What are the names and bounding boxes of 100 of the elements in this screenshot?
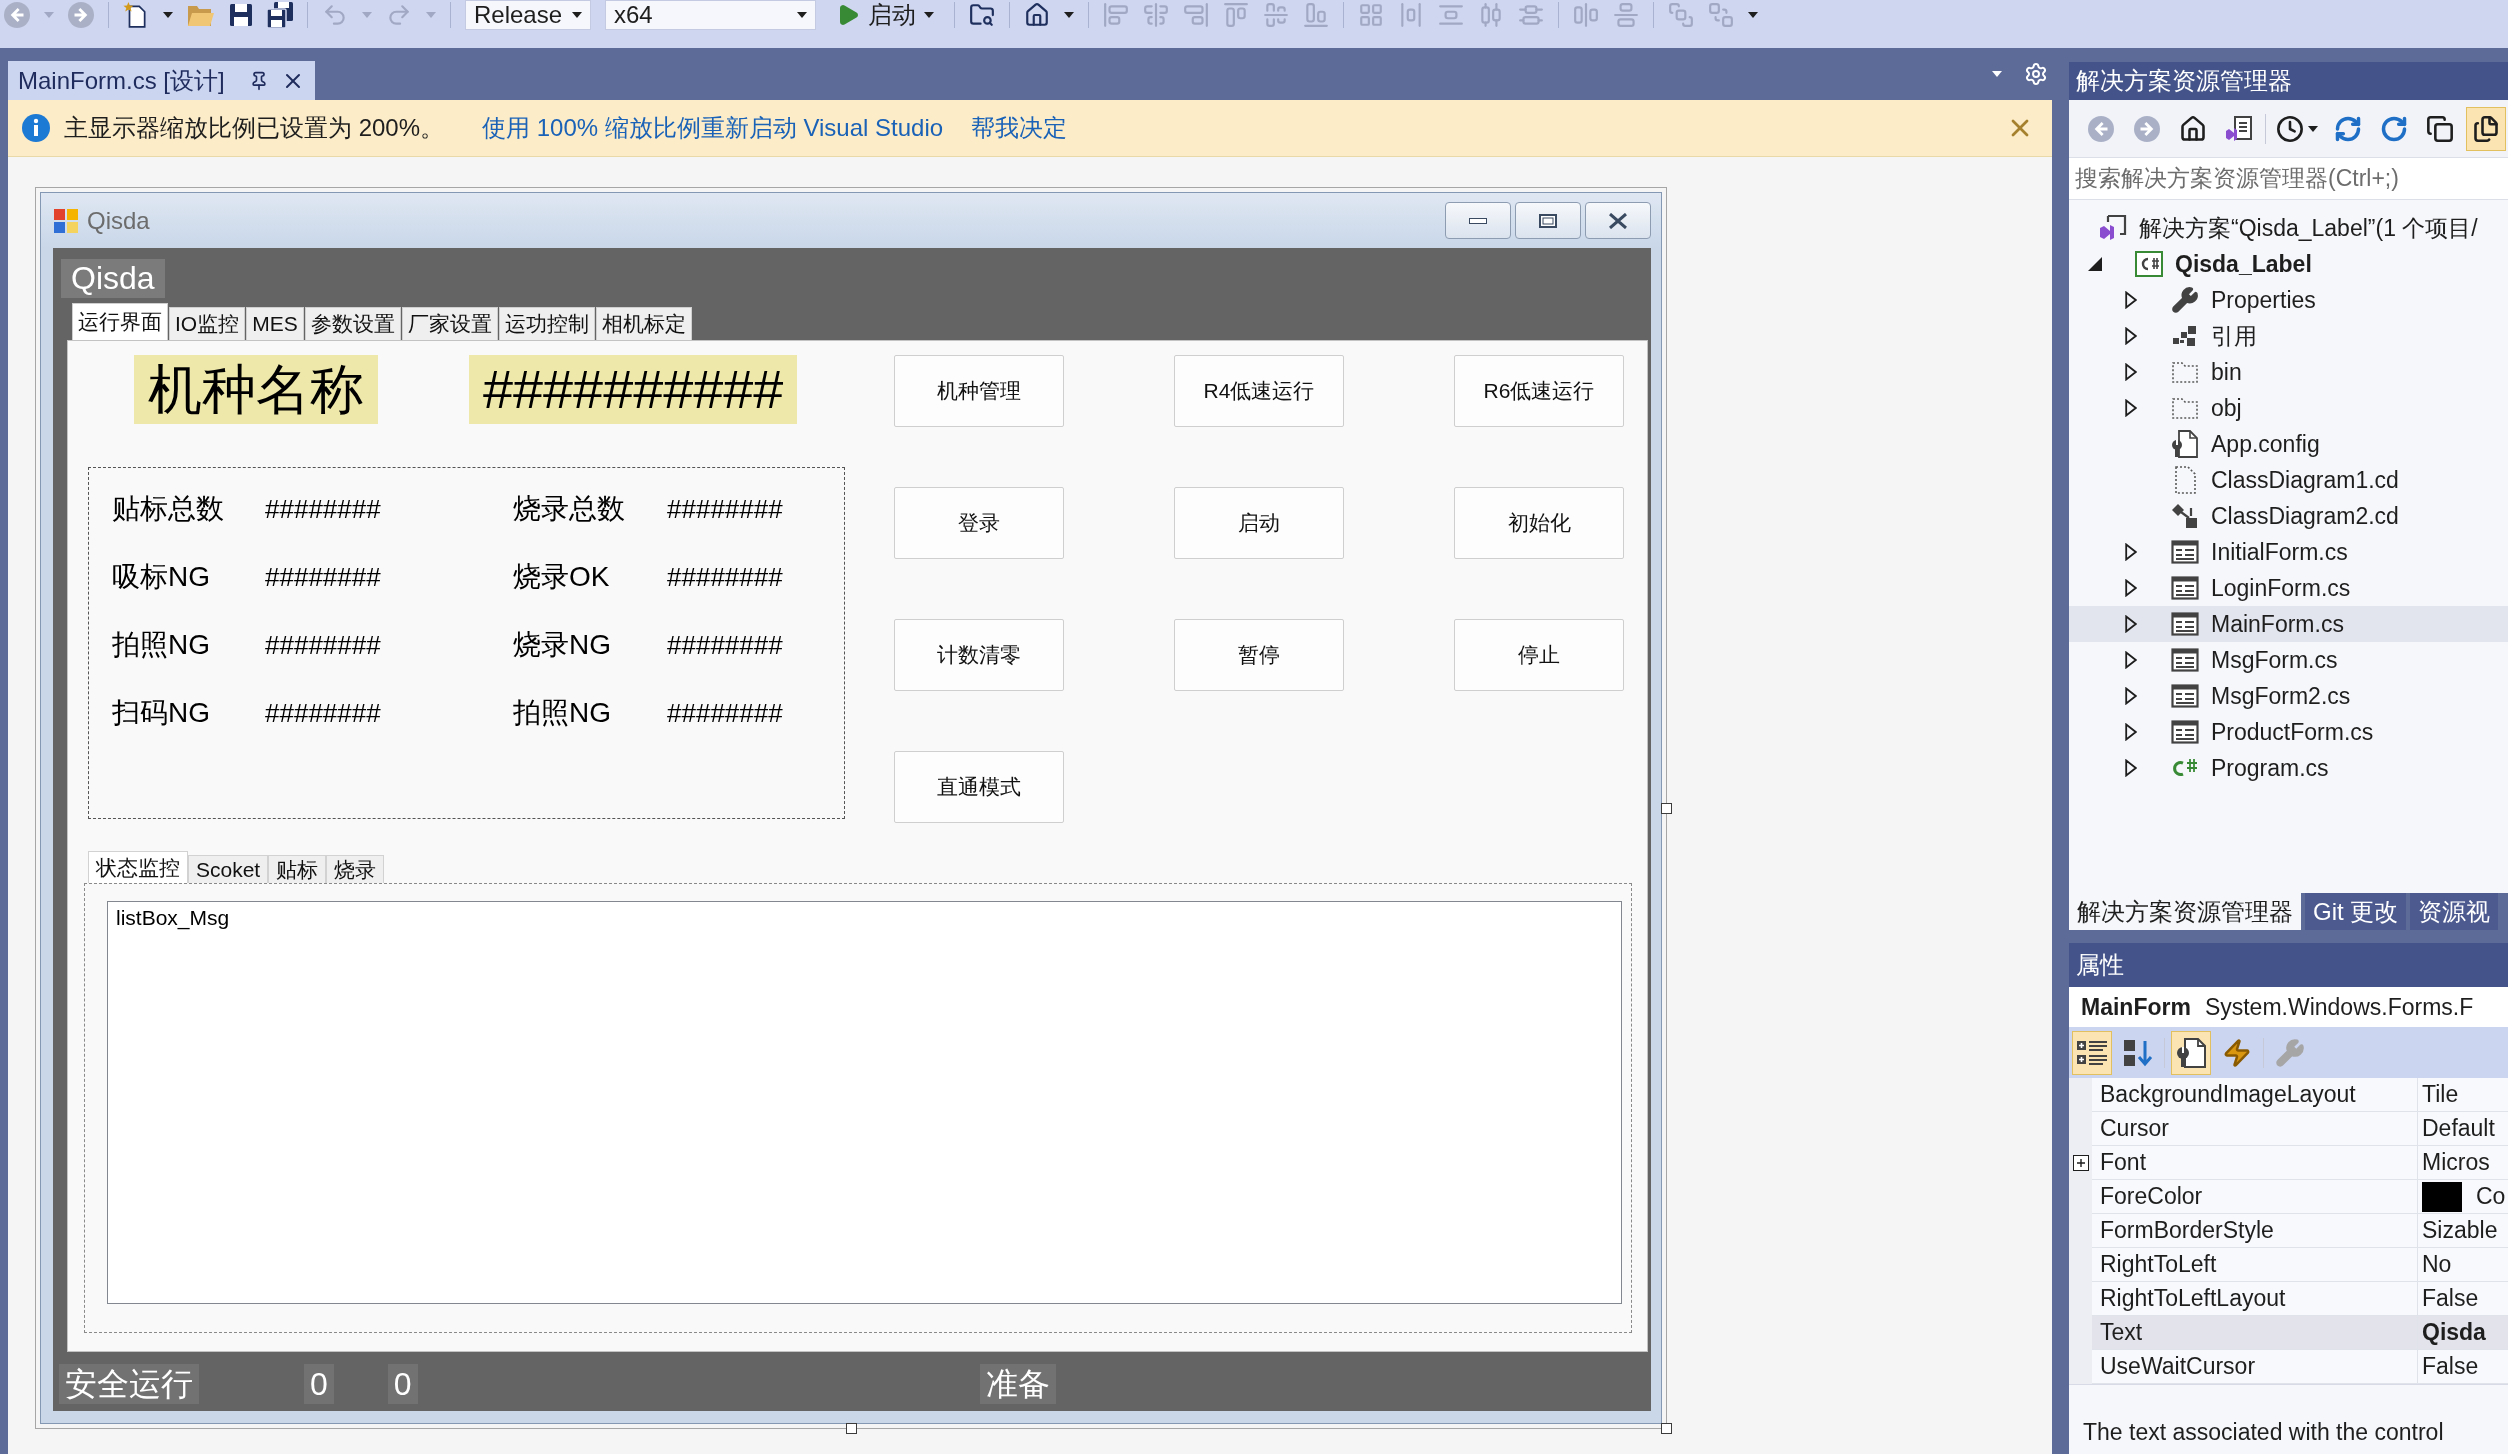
tab[interactable]: MES bbox=[246, 307, 304, 340]
form-button[interactable]: 启动 bbox=[1174, 487, 1344, 559]
tree-item[interactable]: Program.cs bbox=[2069, 750, 2508, 786]
new-file-icon[interactable] bbox=[123, 2, 149, 28]
tree-item[interactable]: bin bbox=[2069, 354, 2508, 390]
tab[interactable]: 相机标定 bbox=[595, 307, 692, 340]
form-button[interactable]: 初始化 bbox=[1454, 487, 1624, 559]
property-value[interactable]: No bbox=[2422, 1251, 2452, 1278]
tree-item[interactable]: MsgForm.cs bbox=[2069, 642, 2508, 678]
caret-right-icon[interactable] bbox=[2125, 579, 2137, 597]
panel-tab[interactable]: Git 更改 bbox=[2305, 893, 2407, 930]
caret-down-icon[interactable] bbox=[2088, 257, 2102, 271]
tab[interactable]: 贴标 bbox=[268, 855, 327, 883]
property-value[interactable]: Sizable bbox=[2422, 1217, 2498, 1244]
form-button[interactable]: R4低速运行 bbox=[1174, 355, 1344, 427]
property-value[interactable]: Co bbox=[2476, 1183, 2506, 1210]
form-button[interactable]: 登录 bbox=[894, 487, 1064, 559]
property-row[interactable]: RightToLeftLayout False bbox=[2069, 1282, 2508, 1316]
search-field[interactable]: 搜索解决方案资源管理器(Ctrl+;) bbox=[2069, 157, 2508, 200]
resize-handle[interactable] bbox=[1661, 803, 1672, 814]
caret-right-icon[interactable] bbox=[2125, 687, 2137, 705]
caret-right-icon[interactable] bbox=[2125, 399, 2137, 417]
tab[interactable]: 运功控制 bbox=[498, 307, 595, 340]
property-value[interactable]: False bbox=[2422, 1285, 2479, 1312]
platform-dropdown[interactable]: x64 bbox=[605, 0, 816, 30]
tree-item[interactable]: Properties bbox=[2069, 282, 2508, 318]
toolbar-button[interactable] bbox=[2072, 1030, 2112, 1075]
toolbar-button[interactable] bbox=[2466, 106, 2506, 151]
start-button[interactable]: 启动 bbox=[830, 0, 940, 30]
caret-icon[interactable] bbox=[924, 12, 934, 18]
caret-right-icon[interactable] bbox=[2125, 363, 2137, 381]
caret-right-icon[interactable] bbox=[2125, 327, 2137, 345]
tab[interactable]: 运行界面 bbox=[72, 303, 168, 340]
resize-handle[interactable] bbox=[846, 1423, 857, 1434]
property-value[interactable]: Qisda bbox=[2422, 1319, 2486, 1346]
resize-handle[interactable] bbox=[1661, 1423, 1672, 1434]
caret-right-icon[interactable] bbox=[2125, 543, 2137, 561]
caret-icon[interactable] bbox=[1748, 12, 1758, 18]
property-row[interactable]: UseWaitCursor False bbox=[2069, 1350, 2508, 1384]
form-button[interactable]: 暂停 bbox=[1174, 619, 1344, 691]
tree-item[interactable]: Qisda_Label bbox=[2069, 246, 2508, 282]
tab[interactable]: 状态监控 bbox=[88, 851, 188, 883]
form-button[interactable]: R6低速运行 bbox=[1454, 355, 1624, 427]
list-item[interactable]: listBox_Msg bbox=[116, 906, 230, 930]
property-row[interactable]: BackgroundImageLayout Tile bbox=[2069, 1078, 2508, 1112]
tree-item[interactable]: MsgForm2.cs bbox=[2069, 678, 2508, 714]
panel-tab[interactable]: 资源视 bbox=[2410, 893, 2499, 930]
tree-item[interactable]: 解决方案“Qisda_Label”(1 个项目/ bbox=[2069, 210, 2508, 246]
property-value[interactable]: False bbox=[2422, 1353, 2479, 1380]
caret-icon[interactable] bbox=[572, 12, 582, 18]
caret-right-icon[interactable] bbox=[2125, 615, 2137, 633]
form-button[interactable]: 直通模式 bbox=[894, 751, 1064, 823]
settings-icon[interactable] bbox=[2024, 62, 2048, 86]
property-value[interactable]: Micros bbox=[2422, 1149, 2490, 1176]
form-button[interactable]: 计数清零 bbox=[894, 619, 1064, 691]
property-row[interactable]: Cursor Default bbox=[2069, 1112, 2508, 1146]
save-all-icon[interactable] bbox=[267, 2, 293, 28]
caret-right-icon[interactable] bbox=[2125, 723, 2137, 741]
object-selector[interactable]: MainForm System.Windows.Forms.F bbox=[2069, 987, 2508, 1027]
caret-icon[interactable] bbox=[797, 12, 807, 18]
property-row[interactable]: RightToLeft No bbox=[2069, 1248, 2508, 1282]
tree-item[interactable]: 引用 bbox=[2069, 318, 2508, 354]
maximize-button[interactable] bbox=[1515, 202, 1581, 239]
caret-icon[interactable] bbox=[1064, 12, 1074, 18]
property-row[interactable]: FormBorderStyle Sizable bbox=[2069, 1214, 2508, 1248]
caret-icon[interactable] bbox=[163, 12, 173, 18]
tab[interactable]: 烧录 bbox=[326, 855, 385, 883]
form-button[interactable]: 停止 bbox=[1454, 619, 1624, 691]
caret-right-icon[interactable] bbox=[2125, 759, 2137, 777]
home-icon[interactable] bbox=[1024, 2, 1050, 28]
configuration-dropdown[interactable]: Release bbox=[465, 0, 591, 30]
property-row[interactable]: Text Qisda bbox=[2069, 1316, 2508, 1350]
tree-item[interactable]: App.config bbox=[2069, 426, 2508, 462]
panel-tab[interactable]: 解决方案资源管理器 bbox=[2069, 893, 2301, 930]
tree-item[interactable]: MainForm.cs bbox=[2069, 606, 2508, 642]
close-button[interactable] bbox=[1585, 202, 1651, 239]
document-tab[interactable]: MainForm.cs [设计] bbox=[8, 61, 315, 100]
property-row[interactable]: ForeColor Co bbox=[2069, 1180, 2508, 1214]
tree-item[interactable]: InitialForm.cs bbox=[2069, 534, 2508, 570]
caret-right-icon[interactable] bbox=[2125, 291, 2137, 309]
save-icon[interactable] bbox=[229, 3, 253, 27]
property-row[interactable]: Font Micros bbox=[2069, 1146, 2508, 1180]
tab[interactable]: IO监控 bbox=[169, 307, 246, 340]
link[interactable]: 帮我决定 bbox=[971, 112, 1068, 144]
caret-right-icon[interactable] bbox=[2125, 651, 2137, 669]
tree-item[interactable]: ClassDiagram1.cd bbox=[2069, 462, 2508, 498]
expand-icon[interactable] bbox=[2072, 1155, 2089, 1171]
tab[interactable]: Scoket bbox=[188, 855, 269, 883]
toolbar-button[interactable] bbox=[2171, 1030, 2211, 1075]
tab[interactable]: 参数设置 bbox=[304, 307, 401, 340]
caret-icon[interactable] bbox=[2308, 125, 2318, 132]
tree-item[interactable]: ClassDiagram2.cd bbox=[2069, 498, 2508, 534]
tab[interactable]: 厂家设置 bbox=[401, 307, 498, 340]
property-value[interactable]: Default bbox=[2422, 1115, 2495, 1142]
tree-item[interactable]: obj bbox=[2069, 390, 2508, 426]
form-button[interactable]: 机种管理 bbox=[894, 355, 1064, 427]
link[interactable]: 使用 100% 缩放比例重新启动 Visual Studio bbox=[482, 112, 944, 144]
tree-item[interactable]: ProductForm.cs bbox=[2069, 714, 2508, 750]
pin-icon[interactable] bbox=[249, 70, 269, 91]
property-value[interactable]: Tile bbox=[2422, 1081, 2459, 1108]
